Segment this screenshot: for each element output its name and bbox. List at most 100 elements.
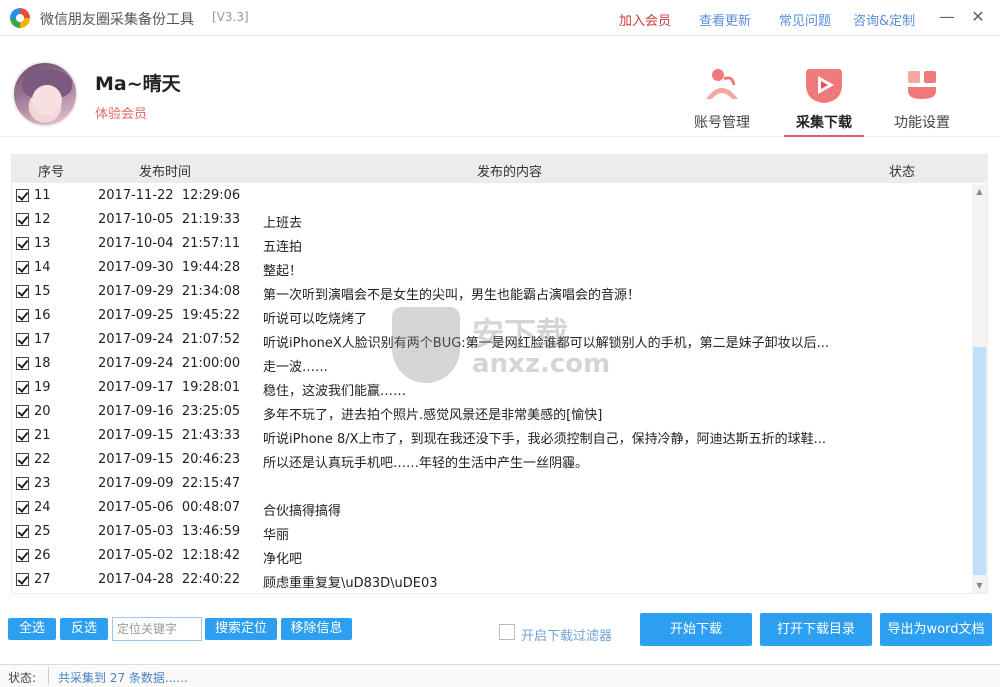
row-content: 多年不玩了，进去拍个照片.感觉风景还是非常美感的[愉快] — [263, 408, 603, 423]
row-checkbox[interactable] — [16, 573, 29, 586]
row-content: 听说可以吃烧烤了 — [263, 312, 368, 327]
row-checkbox[interactable] — [16, 453, 29, 466]
select-all-button[interactable]: 全选 — [8, 618, 56, 640]
row-checkbox[interactable] — [16, 477, 29, 490]
table-row[interactable]: 26 2017-05-02 12:18:42 净化吧 — [12, 545, 972, 569]
table-row[interactable]: 21 2017-09-15 21:43:33 听说iPhone 8/X上市了，到现在… — [12, 425, 972, 449]
row-seq: 11 — [34, 188, 51, 203]
row-time: 2017-09-24 21:00:00 — [98, 356, 241, 371]
row-checkbox[interactable] — [16, 525, 29, 538]
vertical-scrollbar[interactable]: ▲ ▼ — [972, 185, 987, 593]
scroll-up-icon[interactable]: ▲ — [972, 185, 987, 199]
row-checkbox[interactable] — [16, 549, 29, 562]
consult-link[interactable]: 咨询&定制 — [853, 10, 915, 29]
status-label: 状态: — [8, 671, 37, 685]
table-row[interactable]: 18 2017-09-24 21:00:00 走一波…… — [12, 353, 972, 377]
row-checkbox[interactable] — [16, 357, 29, 370]
user-header: Ma~晴天 体验会员 账号管理 采集下载 功能设置 — [0, 37, 1000, 137]
row-seq: 26 — [34, 548, 51, 563]
row-checkbox[interactable] — [16, 381, 29, 394]
row-seq: 22 — [34, 452, 51, 467]
row-seq: 27 — [34, 572, 51, 587]
start-download-button[interactable]: 开始下载 — [640, 613, 752, 646]
row-time: 2017-05-03 13:46:59 — [98, 524, 241, 539]
table-row[interactable]: 16 2017-09-25 19:45:22 听说可以吃烧烤了 — [12, 305, 972, 329]
row-checkbox[interactable] — [16, 189, 29, 202]
app-version: [V3.3] — [212, 10, 249, 24]
user-name: Ma~晴天 — [95, 73, 181, 95]
faq-link[interactable]: 常见问题 — [779, 10, 831, 29]
table-row[interactable]: 15 2017-09-29 21:34:08 第一次听到演唱会不是女生的尖叫，男生也… — [12, 281, 972, 305]
row-content: 净化吧 — [263, 552, 303, 567]
row-content: 所以还是认真玩手机吧……年轻的生活中产生一丝阴霾。 — [263, 456, 589, 471]
row-checkbox[interactable] — [16, 261, 29, 274]
header-seq[interactable]: 序号 — [38, 161, 64, 180]
row-time: 2017-09-15 21:43:33 — [98, 428, 241, 443]
row-content: 华丽 — [263, 528, 290, 543]
tab-label: 功能设置 — [894, 115, 950, 131]
search-locate-button[interactable]: 搜索定位 — [205, 618, 277, 640]
row-checkbox[interactable] — [16, 213, 29, 226]
row-checkbox[interactable] — [16, 405, 29, 418]
row-content: 听说iPhone 8/X上市了，到现在我还没下手，我必须控制自己，保持冷静，阿迪… — [263, 432, 826, 447]
row-seq: 15 — [34, 284, 51, 299]
tab-account-management[interactable]: 账号管理 — [682, 59, 762, 137]
row-seq: 21 — [34, 428, 51, 443]
join-vip-link[interactable]: 加入会员 — [619, 10, 671, 29]
status-bar: 状态: 共采集到 27 条数据...... — [0, 664, 1000, 687]
table-row[interactable]: 13 2017-10-04 21:57:11 五连拍 — [12, 233, 972, 257]
download-filter-checkbox[interactable] — [499, 624, 515, 640]
tab-label: 账号管理 — [694, 115, 750, 131]
close-button[interactable]: ✕ — [966, 6, 990, 28]
search-input[interactable] — [112, 617, 202, 641]
row-content: 听说iPhoneX人脸识别有两个BUG:第一是网红脸谁都可以解锁别人的手机，第二… — [263, 336, 830, 351]
check-update-link[interactable]: 查看更新 — [699, 10, 751, 29]
row-content: 走一波…… — [263, 360, 329, 375]
row-checkbox[interactable] — [16, 309, 29, 322]
row-checkbox[interactable] — [16, 501, 29, 514]
header-status[interactable]: 状态 — [889, 161, 915, 180]
invert-selection-button[interactable]: 反选 — [60, 618, 108, 640]
user-level: 体验会员 — [95, 107, 148, 122]
row-seq: 23 — [34, 476, 51, 491]
table-row[interactable]: 19 2017-09-17 19:28:01 稳住，这波我们能赢…… — [12, 377, 972, 401]
header-time[interactable]: 发布时间 — [139, 161, 191, 180]
row-checkbox[interactable] — [16, 333, 29, 346]
title-bar: 微信朋友圈采集备份工具 [V3.3] 加入会员 查看更新 常见问题 咨询&定制 … — [0, 0, 1000, 36]
table-row[interactable]: 22 2017-09-15 20:46:23 所以还是认真玩手机吧……年轻的生活中产… — [12, 449, 972, 473]
row-seq: 24 — [34, 500, 51, 515]
row-checkbox[interactable] — [16, 285, 29, 298]
scroll-thumb[interactable] — [973, 347, 986, 575]
row-seq: 16 — [34, 308, 51, 323]
row-time: 2017-09-16 23:25:05 — [98, 404, 241, 419]
download-filter-label[interactable]: 开启下载过滤器 — [521, 625, 612, 644]
row-time: 2017-05-06 00:48:07 — [98, 500, 241, 515]
table-row[interactable]: 24 2017-05-06 00:48:07 合伙搞得搞得 — [12, 497, 972, 521]
tab-function-settings[interactable]: 功能设置 — [882, 59, 962, 137]
scroll-down-icon[interactable]: ▼ — [972, 579, 987, 593]
remove-info-button[interactable]: 移除信息 — [281, 618, 352, 640]
download-play-icon — [806, 69, 842, 103]
table-row[interactable]: 27 2017-04-28 22:40:22 顾虑重重复复\uD83D\uDE03 — [12, 569, 972, 593]
export-word-button[interactable]: 导出为word文档 — [880, 613, 992, 646]
avatar — [12, 61, 78, 127]
table-row[interactable]: 11 2017-11-22 12:29:06 — [12, 185, 972, 209]
table-row[interactable]: 25 2017-05-03 13:46:59 华丽 — [12, 521, 972, 545]
row-checkbox[interactable] — [16, 237, 29, 250]
table-row[interactable]: 14 2017-09-30 19:44:28 整起！ — [12, 257, 972, 281]
row-time: 2017-10-04 21:57:11 — [98, 236, 241, 251]
row-time: 2017-09-15 20:46:23 — [98, 452, 241, 467]
row-content: 合伙搞得搞得 — [263, 504, 342, 519]
minimize-button[interactable]: — — [935, 6, 959, 28]
header-content[interactable]: 发布的内容 — [477, 161, 542, 180]
tab-collect-download[interactable]: 采集下载 — [784, 59, 864, 137]
row-seq: 13 — [34, 236, 51, 251]
open-download-dir-button[interactable]: 打开下载目录 — [760, 613, 872, 646]
app-logo-icon — [10, 8, 30, 28]
table-row[interactable]: 20 2017-09-16 23:25:05 多年不玩了，进去拍个照片.感觉风景还是… — [12, 401, 972, 425]
table-row[interactable]: 17 2017-09-24 21:07:52 听说iPhoneX人脸识别有两个BUG… — [12, 329, 972, 353]
settings-icon — [908, 71, 936, 99]
table-row[interactable]: 23 2017-09-09 22:15:47 — [12, 473, 972, 497]
row-checkbox[interactable] — [16, 429, 29, 442]
table-row[interactable]: 12 2017-10-05 21:19:33 上班去 — [12, 209, 972, 233]
